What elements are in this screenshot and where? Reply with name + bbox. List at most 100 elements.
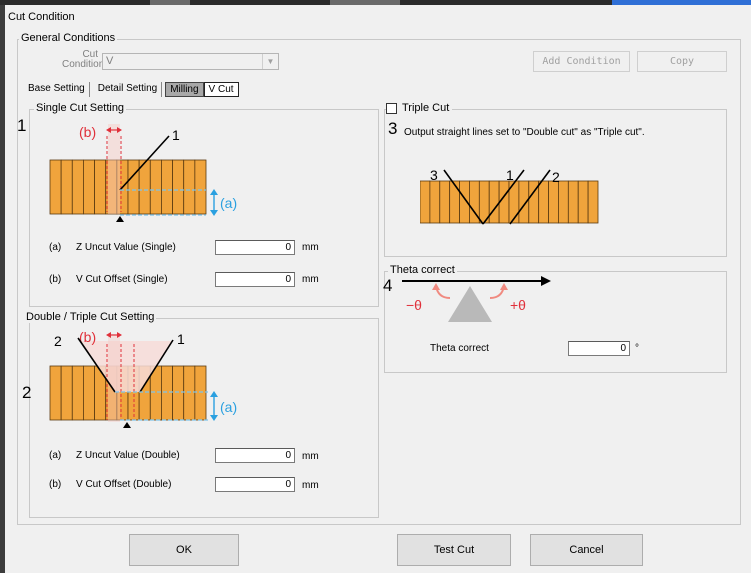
double-cut-diagram: (b) 2 1 (a) (49, 329, 237, 428)
strip-segment (150, 0, 190, 5)
wood-stripe (83, 159, 95, 215)
tab-detail-setting[interactable]: Detail Setting (93, 82, 163, 97)
ok-button[interactable]: OK (129, 534, 239, 566)
wood-stripe (49, 365, 62, 421)
tab-milling[interactable]: Milling (165, 82, 204, 97)
copy-button[interactable]: Copy (637, 51, 727, 72)
rotate-ccw-arrowhead (432, 283, 440, 290)
single-cut-marker: 1 (17, 116, 27, 135)
diagram-a-label: (a) (220, 399, 237, 415)
chevron-down-icon[interactable]: ▼ (262, 54, 278, 69)
test-cut-button[interactable]: Test Cut (397, 534, 511, 566)
tab-v-cut[interactable]: V Cut (203, 82, 239, 97)
double-z-label: Z Uncut Value (Double) (76, 450, 180, 461)
tool-marker-icon (123, 422, 131, 428)
wood-stripe (567, 180, 579, 224)
triple-cut-description: Output straight lines set to "Double cut… (404, 127, 645, 138)
triple-cut-checkbox-label[interactable]: Triple Cut (402, 102, 449, 114)
window-title: Cut Condition (8, 11, 75, 23)
wood-stripe (161, 365, 173, 421)
tool-triangle (448, 286, 492, 322)
wood-stripe (71, 365, 84, 421)
wood-stripe (161, 159, 173, 215)
window-top-strip (0, 0, 751, 5)
wood-stripe (83, 365, 95, 421)
diagram-line-label: 1 (172, 127, 180, 143)
strip-accent (612, 0, 751, 5)
wood-stripe (420, 180, 431, 224)
cut-condition-select[interactable]: V ▼ (102, 53, 279, 70)
wood-stripe (172, 365, 185, 421)
theta-correct-input[interactable]: 0 (568, 341, 630, 356)
unit-label: mm (302, 451, 319, 462)
arrow-down-icon (210, 210, 218, 216)
arrow-down-icon (210, 415, 218, 421)
wood-stripe (538, 180, 549, 224)
tab-bar: Base Setting Detail Setting Milling V Cu… (24, 82, 239, 97)
single-offset-key: (b) (49, 274, 62, 285)
wood-stripe (577, 180, 589, 224)
arrow-right-icon (541, 276, 551, 286)
diagram-line-right-label: 1 (177, 331, 185, 347)
wood-stripe (49, 159, 62, 215)
rotate-cw-arrowhead (500, 283, 508, 290)
wood-stripe (449, 180, 460, 224)
wood-stripe (548, 180, 559, 224)
degree-unit-label: ° (635, 343, 639, 354)
double-cut-marker: 2 (22, 383, 32, 402)
unit-label: mm (302, 242, 319, 253)
unit-label: mm (302, 274, 319, 285)
wood-stripe (558, 180, 569, 224)
single-z-uncut-input[interactable]: 0 (215, 240, 295, 255)
wood-stripe (587, 180, 599, 224)
wood-block (420, 180, 599, 224)
single-offset-input[interactable]: 0 (215, 272, 295, 287)
wood-stripe (518, 180, 530, 224)
theta-correct-marker: 4 (383, 276, 393, 295)
single-cut-diagram: (b) 1 (a) (49, 124, 237, 222)
single-z-label: Z Uncut Value (Single) (76, 242, 176, 253)
triple-cut-checkbox[interactable] (386, 102, 397, 114)
add-condition-button[interactable]: Add Condition (533, 51, 630, 72)
offset-band (108, 124, 120, 214)
diagram-a-label: (a) (220, 195, 237, 211)
minus-theta-label: −θ (406, 297, 422, 313)
double-z-key: (a) (49, 450, 62, 461)
single-cut-legend: Single Cut Setting (34, 102, 127, 114)
tab-base-setting[interactable]: Base Setting (24, 82, 90, 97)
double-offset-label: V Cut Offset (Double) (76, 479, 172, 490)
offset-band (108, 334, 120, 422)
cut-condition-label-line2: Condition (62, 59, 105, 70)
tool-marker-icon (116, 216, 124, 222)
wood-stripe (71, 159, 84, 215)
general-conditions-legend: General Conditions (19, 32, 118, 44)
cancel-button[interactable]: Cancel (530, 534, 643, 566)
wood-stripe (194, 365, 207, 421)
triple-cut-marker: 3 (388, 119, 398, 138)
diagram-line-left-label: 2 (54, 333, 62, 349)
wood-stripe (127, 159, 140, 215)
single-offset-label: V Cut Offset (Single) (76, 274, 168, 285)
wood-stripe (60, 159, 73, 215)
wood-stripe (94, 159, 107, 215)
triple-cut-legend: Triple Cut (386, 102, 453, 114)
wood-stripe (183, 365, 196, 421)
double-offset-key: (b) (49, 479, 62, 490)
window-left-edge (0, 5, 5, 573)
wood-stripe (172, 159, 185, 215)
cut-condition-value: V (106, 55, 114, 67)
wood-stripe (429, 180, 441, 224)
wood-stripe (60, 365, 73, 421)
arrow-up-icon (210, 189, 218, 195)
single-z-key: (a) (49, 242, 62, 253)
line-1-label: 1 (506, 167, 514, 183)
line-3-label: 3 (430, 167, 438, 183)
arrow-up-icon (210, 391, 218, 397)
double-z-uncut-input[interactable]: 0 (215, 448, 295, 463)
wood-stripe (439, 180, 451, 224)
wood-block (49, 159, 207, 215)
theta-diagram: −θ +θ (402, 276, 551, 322)
theta-correct-label: Theta correct (430, 343, 489, 354)
double-cut-legend: Double / Triple Cut Setting (24, 311, 157, 323)
double-offset-input[interactable]: 0 (215, 477, 295, 492)
